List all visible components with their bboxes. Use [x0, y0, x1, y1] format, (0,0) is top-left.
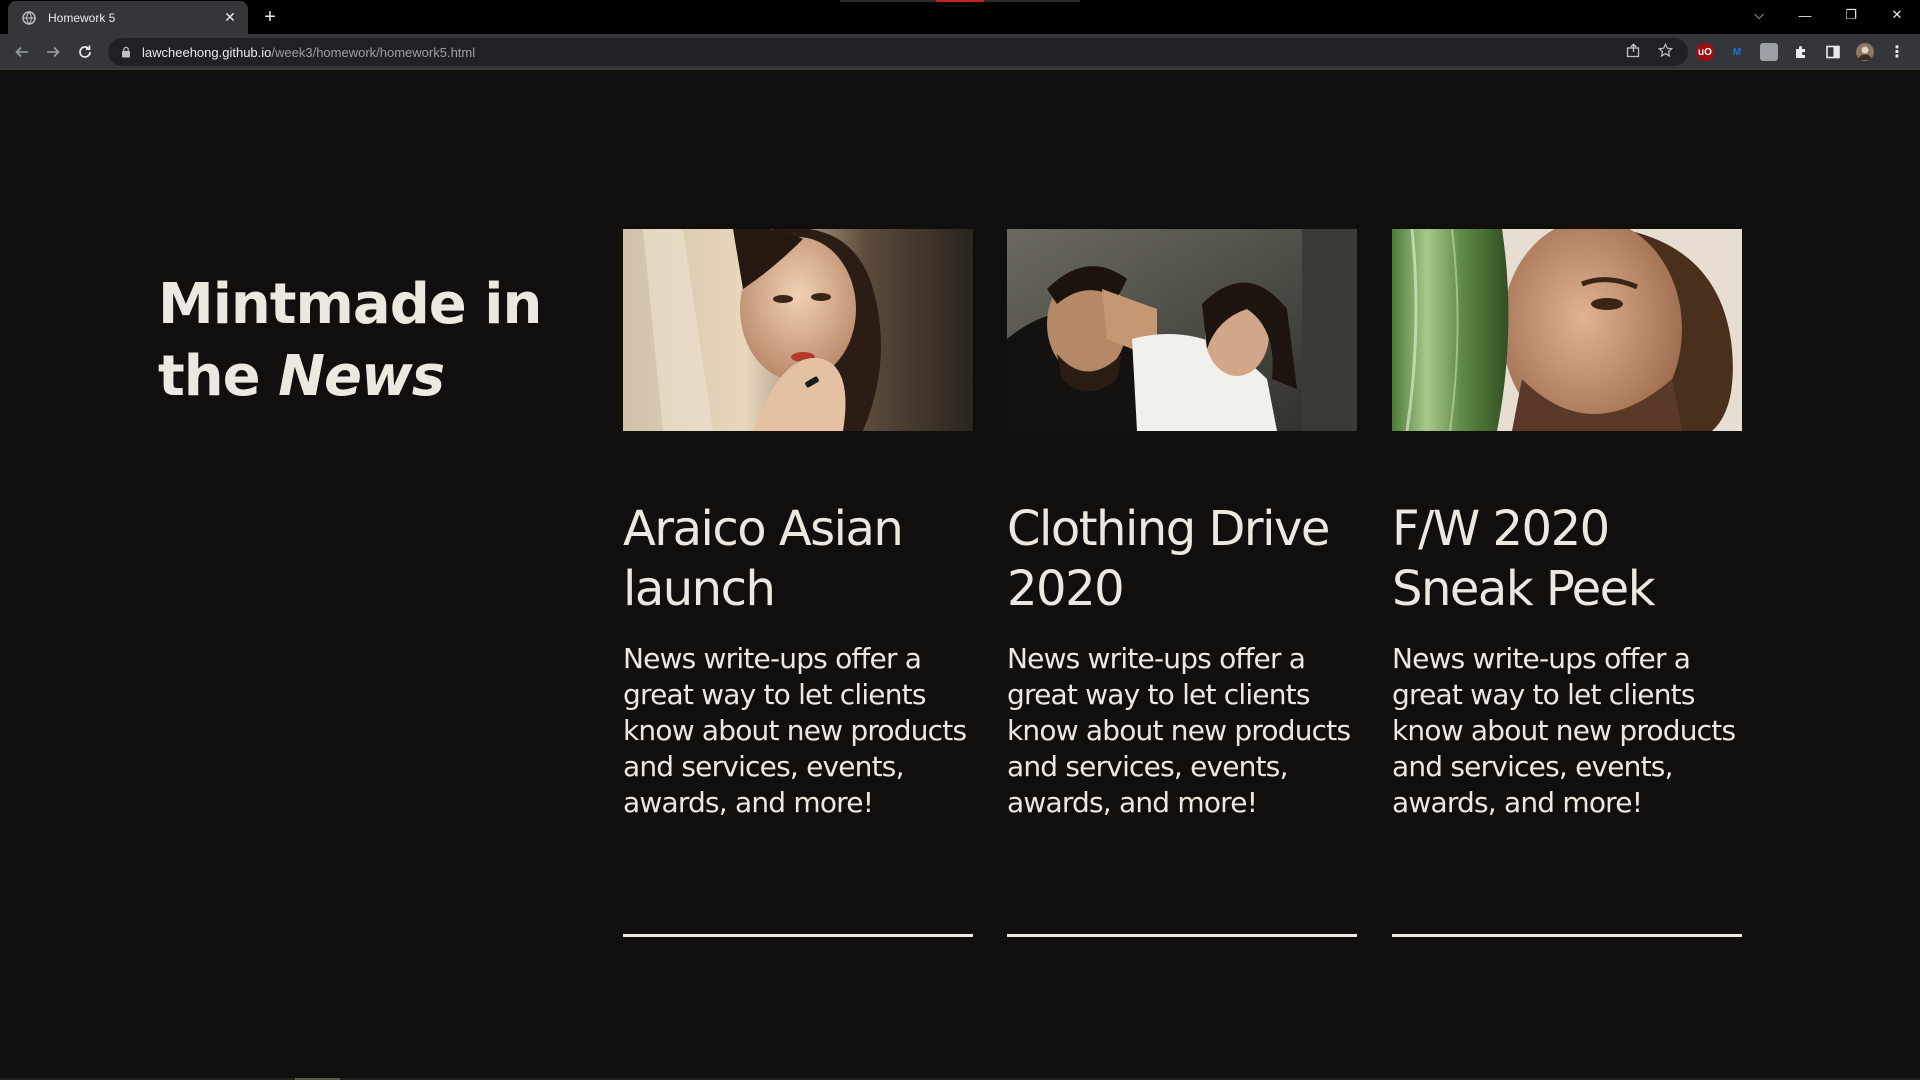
image-extension-icon[interactable] [1760, 43, 1778, 61]
kebab-menu-icon[interactable]: ⋮ [1888, 43, 1906, 61]
tab-strip: Homework 5 ✕ + ⌵ — ❐ ✕ [0, 0, 1920, 34]
profile-avatar[interactable] [1856, 43, 1874, 61]
news-card-title: Araico Asian launch [623, 501, 904, 617]
side-panel-icon[interactable] [1824, 43, 1842, 61]
share-icon[interactable] [1623, 40, 1643, 60]
news-card: F/W 2020 Sneak Peek News write-ups offer… [1392, 229, 1742, 937]
browser-tab-active[interactable]: Homework 5 ✕ [8, 1, 248, 34]
url-path: /week3/homework/homework5.html [271, 44, 476, 60]
forward-button[interactable] [41, 40, 65, 64]
heading-emphasis: News [278, 344, 445, 409]
tab-search-dropdown-icon[interactable]: ⌵ [1736, 0, 1782, 30]
recording-indicator [840, 0, 1080, 2]
page-title: Mintmade in the News [158, 269, 558, 413]
puzzle-extensions-icon[interactable] [1792, 43, 1810, 61]
m-extension-icon[interactable]: M [1728, 43, 1746, 61]
bookmark-star-icon[interactable] [1655, 40, 1675, 60]
arrow-right-icon [47, 46, 60, 58]
news-photo-couple [1007, 229, 1357, 431]
back-button[interactable] [10, 40, 34, 64]
news-card-body: News write-ups offer a great way to let … [623, 642, 967, 819]
new-tab-button[interactable]: + [258, 5, 282, 29]
page-content: Mintmade in the News Araico Asian launch… [0, 71, 1920, 1080]
url-host: lawcheehong.github.io [142, 44, 272, 60]
heading-line2-prefix: the [158, 344, 279, 409]
heading-line1: Mintmade in [158, 272, 542, 337]
arrow-left-icon [15, 46, 28, 58]
news-card-body: News write-ups offer a great way to let … [1007, 642, 1351, 819]
globe-icon [22, 10, 36, 25]
close-window-button[interactable]: ✕ [1874, 0, 1920, 30]
reload-button[interactable] [73, 40, 97, 64]
news-card-title: F/W 2020 Sneak Peek [1392, 501, 1655, 617]
restore-button[interactable]: ❐ [1828, 0, 1874, 30]
ublock-icon[interactable]: uO [1696, 43, 1714, 61]
tab-title: Homework 5 [48, 10, 116, 25]
news-card: Clothing Drive 2020 News write-ups offer… [1007, 229, 1357, 937]
news-card-body: News write-ups offer a great way to let … [1392, 642, 1736, 819]
card-divider [1392, 934, 1742, 937]
card-divider [1007, 934, 1357, 937]
lock-icon [120, 46, 132, 58]
card-divider [623, 934, 973, 937]
news-photo-woman-portrait [623, 229, 973, 431]
minimize-button[interactable]: — [1782, 0, 1828, 30]
reload-icon [79, 45, 91, 58]
news-photo-man-with-leaf [1392, 229, 1742, 431]
close-tab-icon[interactable]: ✕ [222, 9, 238, 26]
browser-toolbar: lawcheehong.github.io/week3/homework/hom… [0, 34, 1920, 70]
news-card-title: Clothing Drive 2020 [1007, 501, 1330, 617]
address-bar[interactable]: lawcheehong.github.io/week3/homework/hom… [108, 38, 1688, 66]
news-card: Araico Asian launch News write-ups offer… [623, 229, 973, 937]
